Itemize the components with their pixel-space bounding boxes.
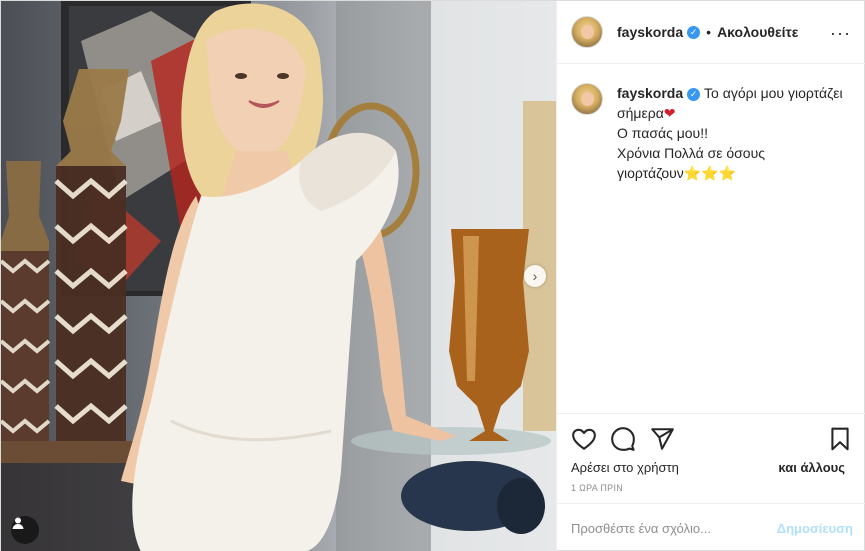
vase-left — [1, 161, 51, 441]
verified-badge-icon: ✓ — [687, 25, 701, 39]
action-icons — [571, 426, 675, 452]
verified-badge-icon: ✓ — [687, 88, 701, 101]
post-actions: Αρέσει στο χρήστη και άλλους 1 ΩΡΑ ΠΡΙΝ … — [557, 413, 865, 551]
instagram-post: › fayskorda ✓ • Ακολουθείτε ··· fayskord… — [0, 0, 865, 551]
avatar[interactable] — [571, 16, 603, 48]
likes-others-link[interactable]: και άλλους — [778, 460, 845, 475]
post-photo[interactable]: › — [1, 1, 556, 551]
comment-icon[interactable] — [610, 426, 636, 452]
header-separator: • — [706, 24, 712, 40]
user-tag-button[interactable] — [11, 516, 39, 544]
bookmark-icon[interactable] — [827, 426, 853, 452]
post-side-panel: fayskorda ✓ • Ακολουθείτε ··· fayskorda ✓… — [556, 1, 865, 551]
comment-box: Δημοσίευση — [557, 503, 865, 551]
caption-avatar[interactable] — [571, 83, 603, 115]
post-caption: fayskorda ✓ Το αγόρι μου γιορτάζει σήμερα… — [571, 83, 856, 183]
carousel-next-button[interactable]: › — [524, 265, 546, 287]
post-timestamp[interactable]: 1 ΩΡΑ ΠΡΙΝ — [571, 483, 623, 493]
heart-emoji: ❤ — [663, 105, 676, 121]
star-emojis: ⭐⭐⭐ — [683, 165, 737, 181]
header-username[interactable]: fayskorda — [617, 24, 683, 40]
likes-text[interactable]: Αρέσει στο χρήστη — [571, 460, 679, 475]
post-header: fayskorda ✓ • Ακολουθείτε ··· — [557, 1, 865, 64]
vase-center — [54, 69, 129, 451]
share-icon[interactable] — [649, 426, 675, 452]
comment-input[interactable] — [571, 521, 769, 536]
more-options-icon[interactable]: ··· — [830, 23, 851, 44]
heart-icon[interactable] — [571, 426, 597, 452]
caption-line-2: Ο πασάς μου!! — [617, 125, 708, 141]
photo-illustration — [1, 1, 556, 551]
caption-username[interactable]: fayskorda — [617, 85, 683, 101]
post-comment-button[interactable]: Δημοσίευση — [777, 521, 853, 536]
user-tag-icon — [12, 517, 24, 529]
caption-text: fayskorda ✓ Το αγόρι μου γιορτάζει σήμερα… — [617, 83, 856, 183]
chevron-right-icon: › — [532, 268, 538, 284]
following-button[interactable]: Ακολουθείτε — [717, 24, 798, 40]
